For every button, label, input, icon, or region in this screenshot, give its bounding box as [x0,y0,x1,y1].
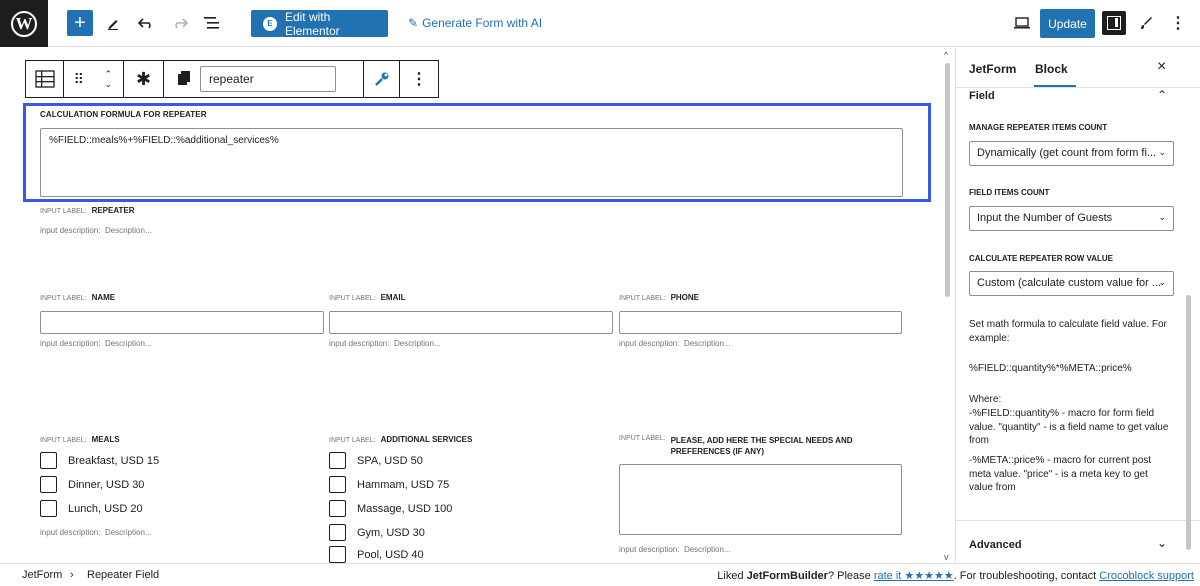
help-where: Where: [969,394,1002,405]
rating-notice: Liked JetFormBuilder? Please rate it ★★★… [717,570,1194,582]
row-value-select[interactable]: Custom (calculate custom value for ... ⌄ [969,271,1174,296]
repeater-label-value[interactable]: REPEATER [92,206,135,215]
items-count-heading: FIELD ITEMS COUNT [969,188,1050,197]
phone-field-label: INPUT LABEL: PHONE [619,293,700,302]
section-divider [956,520,1200,521]
name-field-label: INPUT LABEL: NAME [40,293,116,302]
checkbox[interactable] [40,500,57,517]
update-button[interactable]: Update [1040,9,1095,38]
required-asterisk-icon[interactable]: ✱ [124,61,164,97]
breadcrumb-separator: › [70,569,74,581]
phone-input[interactable] [619,311,902,334]
meal-option[interactable]: Lunch, USD 20 [40,500,143,517]
service-option[interactable]: Pool, USD 40 [329,546,424,563]
crocoblock-support-link[interactable]: Crocoblock support [1099,570,1194,582]
advanced-section[interactable]: Advanced [969,539,1022,551]
tab-jetform[interactable]: JetForm [969,62,1016,76]
settings-sidebar-toggle-icon[interactable] [1102,11,1126,35]
breadcrumb-jetform[interactable]: JetForm [22,569,62,581]
block-more-options-icon[interactable]: ⋮ [400,61,438,97]
special-needs-field-label: INPUT LABEL: PLEASE, ADD HERE THE SPECIA… [619,435,853,457]
phone-description[interactable]: input description: Description... [619,339,731,348]
checkbox[interactable] [329,500,346,517]
scroll-up-icon[interactable]: ^ [944,50,948,60]
formula-heading: CALCULATION FORMULA FOR REPEATER [40,110,207,119]
repeater-label: INPUT LABEL: REPEATER [40,206,135,215]
name-description[interactable]: input description: Description... [40,339,152,348]
meal-option[interactable]: Dinner, USD 30 [40,476,144,493]
items-count-select[interactable]: Input the Number of Guests ⌄ [969,206,1174,231]
block-toolbar: ⠿ ⌃ ⌄ ✱ repeater ⋮ [25,60,439,98]
editor-top-bar: W + E Edit with Elementor ✎ Generate For… [0,0,1200,47]
manage-count-heading: MANAGE REPEATER ITEMS COUNT [969,123,1108,132]
sidebar-scrollbar[interactable] [1186,295,1191,550]
special-needs-textarea[interactable] [619,464,902,535]
edit-with-elementor-button[interactable]: E Edit with Elementor [251,9,388,38]
drag-handle-icon[interactable]: ⠿ [64,61,94,97]
breadcrumb-repeater-field[interactable]: Repeater Field [87,569,159,581]
email-field-label: INPUT LABEL: EMAIL [329,293,406,302]
name-input[interactable] [40,311,324,334]
scroll-down-icon[interactable]: v [944,552,949,562]
service-option[interactable]: Gym, USD 30 [329,524,425,541]
checkbox[interactable] [40,476,57,493]
wordpress-logo-icon[interactable]: W [0,0,48,47]
move-up-down-icon[interactable]: ⌃ ⌄ [94,61,124,97]
tab-block[interactable]: Block [1035,62,1068,76]
redo-icon[interactable] [170,10,190,36]
meals-description[interactable]: input description: Description... [40,528,152,537]
add-block-button[interactable]: + [67,10,93,36]
help-intro: Set math formula to calculate field valu… [969,319,1167,344]
help-example: %FIELD::quantity%*%META::price% [969,363,1132,374]
chevron-down-icon: ⌄ [1158,147,1166,157]
checkbox[interactable] [329,546,346,563]
rate-it-link[interactable]: rate it ★★★★★ [874,570,954,582]
magic-wand-icon: ✎ [408,16,419,30]
service-option[interactable]: Massage, USD 100 [329,500,452,517]
meals-field-label: INPUT LABEL: MEALS [40,435,120,444]
panel-title[interactable]: Field [969,90,995,102]
meal-option[interactable]: Breakfast, USD 15 [40,452,159,469]
special-needs-description[interactable]: input description: Description... [619,545,731,554]
manage-count-select[interactable]: Dynamically (get count from form fi... ⌄ [969,141,1174,166]
wrench-settings-icon[interactable] [364,61,400,97]
settings-sidebar: JetForm Block × Field ⌃ MANAGE REPEATER … [955,48,1200,563]
chevron-down-icon: ⌄ [1158,277,1166,287]
email-input[interactable] [329,311,613,334]
formula-textarea[interactable]: %FIELD::meals%+%FIELD::%additional_servi… [40,128,903,197]
generate-form-ai-link[interactable]: ✎ Generate Form with AI [408,16,542,30]
more-options-icon[interactable]: ⋮ [1168,10,1188,36]
chevron-down-icon: ⌄ [1158,212,1166,222]
service-option[interactable]: SPA, USD 50 [329,452,423,469]
edit-with-elementor-label: Edit with Elementor [284,9,340,38]
calculation-formula-block[interactable]: CALCULATION FORMULA FOR REPEATER %FIELD:… [23,103,931,202]
row-value-heading: CALCULATE REPEATER ROW VALUE [969,254,1113,263]
canvas-scrollbar[interactable] [943,48,953,563]
document-overview-icon[interactable] [202,10,222,36]
checkbox[interactable] [40,452,57,469]
status-footer: JetForm › Repeater Field Liked JetFormBu… [0,563,1200,586]
help-line-field: -%FIELD::quantity% - macro for form fiel… [969,408,1169,446]
checkbox[interactable] [329,476,346,493]
copy-icon[interactable] [178,70,190,88]
checkbox[interactable] [329,452,346,469]
styles-brush-icon[interactable] [1136,10,1156,36]
elementor-icon: E [263,16,277,31]
repeater-description[interactable]: input description: Description... [40,226,152,235]
close-icon[interactable]: × [1157,58,1166,76]
help-line-meta: -%META::price% - macro for current post … [969,455,1152,493]
generate-form-ai-label: Generate Form with AI [422,16,543,30]
checkbox[interactable] [329,524,346,541]
preview-device-icon[interactable] [1012,10,1032,36]
chevron-down-icon[interactable]: ⌄ [1157,536,1167,550]
service-option[interactable]: Hammam, USD 75 [329,476,449,493]
field-name-input[interactable]: repeater [200,66,336,92]
block-type-icon[interactable] [26,61,64,97]
services-field-label: INPUT LABEL: ADDITIONAL SERVICES [329,435,473,444]
pencil-tool-icon[interactable] [104,10,122,36]
undo-icon[interactable] [136,10,156,36]
chevron-up-icon[interactable]: ⌃ [1157,88,1167,102]
email-description[interactable]: input description: Description... [329,339,441,348]
